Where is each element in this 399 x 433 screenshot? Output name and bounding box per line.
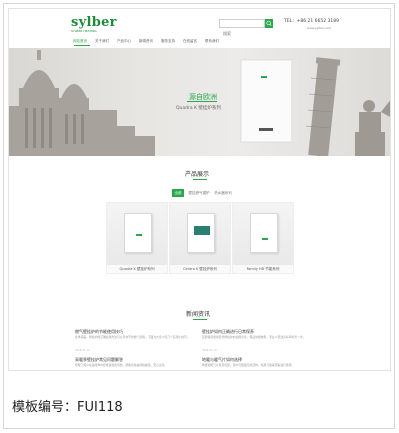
product-card[interactable]: Centra K 壁挂炉系列 bbox=[169, 202, 231, 274]
product-image bbox=[233, 203, 293, 265]
site-header: sylber SYLBER HEATING TEL：+86 21 6652 31… bbox=[9, 9, 390, 37]
news-section-title: 新闻资讯 bbox=[186, 311, 211, 318]
banner-subtitle: Quadra K 壁挂炉系列 bbox=[176, 106, 221, 111]
banner-divider bbox=[187, 101, 217, 102]
nav-item-news[interactable]: 新闻资讯 bbox=[139, 39, 153, 44]
tab-all[interactable]: 全部 bbox=[172, 189, 184, 197]
search-box[interactable] bbox=[219, 19, 265, 37]
hero-banner: 源自欧洲 Quadra K 壁挂炉系列 bbox=[9, 48, 390, 156]
products-title-underline bbox=[193, 179, 207, 180]
nav-item-message[interactable]: 在线留言 bbox=[183, 39, 197, 44]
nav-item-home[interactable]: 网站首页 bbox=[73, 39, 87, 44]
product-image bbox=[107, 203, 167, 265]
product-caption: Family HD 节能系列 bbox=[246, 267, 280, 271]
website-screenshot: sylber SYLBER HEATING TEL：+86 21 6652 31… bbox=[8, 8, 391, 371]
news-item-summary: 定期保养能够延长壁挂炉的使用寿命，保证供暖效果，专业人员建议每年检查一次。 bbox=[202, 335, 306, 339]
search-input[interactable] bbox=[220, 30, 256, 37]
news-item-date: 2018-01-10 bbox=[202, 349, 217, 352]
news-item-summary: 地暖和暖气片各有优势，用户可根据房屋结构、使用习惯等因素进行选择。 bbox=[202, 363, 295, 367]
nav-item-products[interactable]: 产品中心 bbox=[117, 39, 131, 44]
news-item-summary: 整理了用户在采暖季中经常遇到的问题，帮助您快速排除故障，安心过冬。 bbox=[75, 363, 168, 367]
product-card[interactable]: Quadra K 壁挂炉系列 bbox=[106, 202, 168, 274]
nav-active-indicator bbox=[74, 45, 90, 46]
boiler-illustration bbox=[124, 213, 152, 253]
tab-water-heater[interactable]: 热水器系列 bbox=[213, 189, 233, 197]
search-icon bbox=[266, 20, 272, 26]
phone-number: TEL：+86 21 6652 3189 bbox=[284, 19, 340, 24]
banner-architecture-illustration bbox=[9, 50, 390, 156]
boiler-illustration bbox=[187, 213, 215, 253]
products-section-title: 产品展示 bbox=[185, 171, 210, 178]
tab-wall-boiler[interactable]: 壁挂燃气锅炉 bbox=[187, 189, 211, 197]
product-image bbox=[170, 203, 230, 265]
template-id-label: 模板编号：FUI118 bbox=[12, 400, 123, 415]
news-title-underline bbox=[193, 319, 207, 320]
site-logo[interactable]: sylber bbox=[71, 15, 117, 30]
logo-tagline: SYLBER HEATING bbox=[71, 29, 97, 33]
product-card[interactable]: Family HD 节能系列 bbox=[232, 202, 294, 274]
nav-item-contact[interactable]: 联系我们 bbox=[205, 39, 219, 44]
nav-item-about[interactable]: 关于我们 bbox=[95, 39, 109, 44]
news-item-date: 2018-01-12 bbox=[75, 349, 90, 352]
product-caption: Centra K 壁挂炉系列 bbox=[183, 267, 217, 271]
website-address: www.sylber.com bbox=[307, 26, 332, 30]
boiler-illustration bbox=[250, 213, 278, 253]
nav-item-service[interactable]: 服务支持 bbox=[161, 39, 175, 44]
search-button[interactable] bbox=[265, 19, 273, 28]
news-item-summary: 冬季来临，壁挂炉的正确使用方法可以有效节省燃气费用，下面为大家介绍几个实用小技巧… bbox=[75, 335, 190, 339]
main-nav: 网站首页 关于我们 产品中心 新闻资讯 服务支持 在线留言 联系我们 bbox=[9, 37, 390, 46]
product-caption: Quadra K 壁挂炉系列 bbox=[119, 267, 155, 271]
